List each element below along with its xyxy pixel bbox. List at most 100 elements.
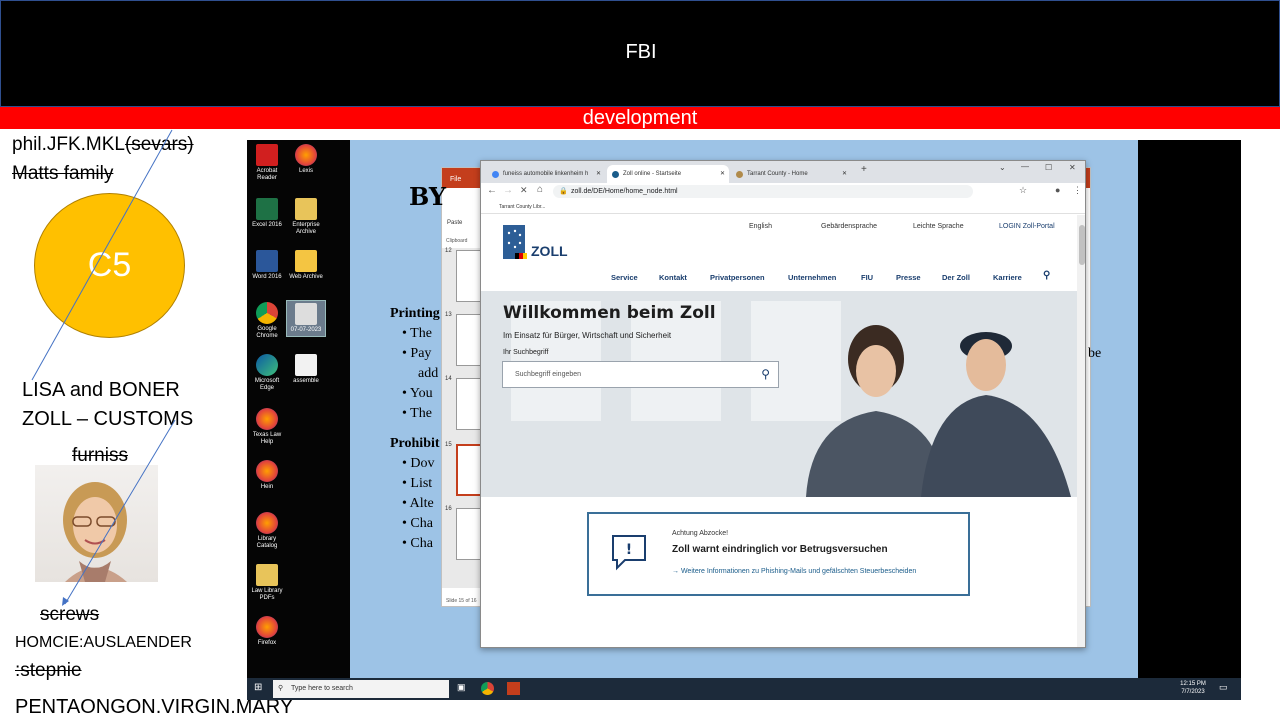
- search-placeholder: Suchbegriff eingeben: [515, 371, 582, 378]
- ppt-text: be: [1088, 346, 1102, 361]
- util-link-sign-language[interactable]: Gebärdensprache: [821, 223, 877, 230]
- note-line-8: :stepnie: [15, 660, 82, 681]
- nav-der-zoll[interactable]: Der Zoll: [942, 273, 970, 282]
- scroll-thumb[interactable]: [1079, 225, 1085, 265]
- window-close-icon[interactable]: ✕: [1069, 163, 1076, 172]
- nav-presse[interactable]: Presse: [896, 273, 921, 282]
- archive-icon: [256, 564, 278, 586]
- svg-text:!: !: [626, 542, 632, 558]
- desktop-icon-library-catalog[interactable]: Library Catalog: [247, 512, 287, 550]
- header-bar: FBI: [0, 0, 1280, 107]
- close-icon[interactable]: ✕: [596, 165, 601, 183]
- stop-icon[interactable]: ✕: [520, 185, 528, 196]
- edge-icon: [256, 354, 278, 376]
- browser-tab-active[interactable]: Zoll online - Startseite ✕: [607, 165, 729, 183]
- search-icon[interactable]: ⚲: [1043, 270, 1050, 281]
- star-icon[interactable]: ☆: [1019, 185, 1027, 196]
- ppt-clipboard: Clipboard: [446, 238, 468, 244]
- profile-icon[interactable]: ●: [1055, 185, 1060, 195]
- desktop-icon-label: Google Chrome: [256, 326, 278, 339]
- desktop-icon-edge[interactable]: Microsoft Edge: [247, 354, 287, 392]
- forward-icon[interactable]: →: [503, 185, 513, 196]
- clock-date: 7/7/2023: [1181, 689, 1205, 695]
- page-scrollbar[interactable]: [1077, 215, 1085, 647]
- home-icon[interactable]: ⌂: [537, 184, 543, 195]
- taskbar-clock[interactable]: 12:15 PM 7/7/2023: [1175, 680, 1211, 696]
- hero-search-input[interactable]: Suchbegriff eingeben ⚲: [502, 361, 779, 388]
- ppt-text-value: Dov: [410, 456, 435, 471]
- address-bar[interactable]: 🔒 zoll.de/DE/Home/home_node.html: [553, 185, 973, 198]
- google-icon: [492, 171, 499, 178]
- new-tab-icon[interactable]: +: [861, 164, 867, 175]
- desktop-icon-firefox[interactable]: Firefox: [247, 616, 287, 647]
- desktop-icon-label: 07-07-2023: [290, 327, 322, 333]
- nav-karriere[interactable]: Karriere: [993, 273, 1022, 282]
- desktop-icon-texas-law-help[interactable]: Texas Law Help: [247, 408, 287, 446]
- ppt-text: • List: [402, 476, 433, 491]
- maximize-icon[interactable]: ☐: [1045, 163, 1052, 172]
- bookmark-item[interactable]: Tarrant County Libr...: [499, 204, 545, 210]
- ppt-text-value: List: [410, 476, 433, 491]
- minimize-icon[interactable]: —: [1021, 162, 1029, 171]
- search-icon[interactable]: ⚲: [761, 362, 770, 387]
- zoll-icon: [612, 171, 619, 178]
- back-icon[interactable]: ←: [487, 185, 497, 196]
- notifications-icon[interactable]: ▭: [1219, 682, 1228, 693]
- windows-start-icon[interactable]: ⊞: [254, 682, 262, 693]
- nav-privatpersonen[interactable]: Privatpersonen: [710, 273, 765, 282]
- desktop-icon-acrobat[interactable]: Acrobat Reader: [247, 144, 287, 182]
- desktop-icon-label: Web Archive: [289, 274, 323, 280]
- ppt-paste[interactable]: Paste: [447, 220, 462, 226]
- ppt-text-value: You: [409, 386, 433, 401]
- desktop-icon-label: Firefox: [257, 640, 277, 646]
- ppt-status: Slide 15 of 16: [446, 598, 477, 604]
- taskbar-search[interactable]: ⚲ Type here to search: [273, 680, 449, 698]
- ppt-text-value: Cha: [410, 516, 433, 531]
- zoll-logo[interactable]: ZOLL: [503, 225, 568, 269]
- desktop-icon-law-library-pdfs[interactable]: Law Library PDFs: [247, 564, 287, 602]
- nav-service[interactable]: Service: [611, 273, 638, 282]
- task-view-icon[interactable]: ▣: [457, 682, 466, 693]
- taskbar-search-placeholder: Type here to search: [291, 685, 353, 692]
- note-line-3: LISA and BONER: [22, 379, 180, 401]
- util-link-login[interactable]: LOGIN Zoll-Portal: [999, 223, 1055, 230]
- util-link-easy-language[interactable]: Leichte Sprache: [913, 223, 964, 230]
- ppt-file-tab[interactable]: File: [450, 176, 461, 183]
- close-icon[interactable]: ✕: [720, 165, 725, 183]
- chrome-taskbar-icon[interactable]: [481, 682, 494, 695]
- firefox-icon: [256, 408, 278, 430]
- desktop-icon-word[interactable]: Word 2016: [247, 250, 287, 281]
- desktop-icon-excel[interactable]: Excel 2016: [247, 198, 287, 229]
- powerpoint-taskbar-icon[interactable]: [507, 682, 520, 695]
- firefox-icon: [256, 460, 278, 482]
- desktop-icon-label: Word 2016: [252, 274, 282, 280]
- ppt-text: • You: [402, 386, 433, 401]
- nav-unternehmen[interactable]: Unternehmen: [788, 273, 836, 282]
- util-link-english[interactable]: English: [749, 223, 772, 230]
- thumb-number: 12: [445, 248, 452, 254]
- desktop-icon-enterprise-archive[interactable]: Enterprise Archive: [286, 198, 326, 236]
- desktop-icon-web-archive[interactable]: Web Archive: [286, 250, 326, 281]
- word-icon: [256, 250, 278, 272]
- close-icon[interactable]: ✕: [842, 165, 847, 183]
- desktop-icon-lexis[interactable]: Lexis: [286, 144, 326, 175]
- tab-title: Tarrant County - Home: [747, 171, 808, 177]
- embedded-screenshot: Acrobat Reader Lexis Excel 2016 Enterpri…: [247, 140, 1241, 700]
- slide: FBI development phil.JFK.MKL(sevars) Mat…: [0, 0, 1280, 720]
- desktop-icon-chrome[interactable]: Google Chrome: [247, 302, 287, 340]
- desktop-icon-hein[interactable]: Hein: [247, 460, 287, 491]
- nav-kontakt[interactable]: Kontakt: [659, 273, 687, 282]
- tab-strip: funeiss automobile linkenheim h ✕ Zoll o…: [481, 161, 1085, 183]
- nav-fiu[interactable]: FIU: [861, 273, 873, 282]
- tab-search-icon[interactable]: ⌄: [999, 163, 1006, 172]
- hero-subtitle: Im Einsatz für Bürger, Wirtschaft und Si…: [503, 331, 672, 340]
- browser-window[interactable]: funeiss automobile linkenheim h ✕ Zoll o…: [480, 160, 1086, 648]
- desktop-icon-assemble[interactable]: assemble: [286, 354, 326, 385]
- alert-link[interactable]: → Weitere Informationen zu Phishing-Mail…: [672, 568, 916, 575]
- desktop-icon-folder-date[interactable]: 07-07-2023: [286, 300, 326, 337]
- browser-tab[interactable]: funeiss automobile linkenheim h ✕: [487, 165, 605, 183]
- ppt-text: • Cha: [402, 516, 433, 531]
- ppt-heading: BY: [409, 182, 446, 211]
- menu-icon[interactable]: ⋮: [1073, 185, 1082, 196]
- browser-tab[interactable]: Tarrant County - Home ✕: [731, 165, 851, 183]
